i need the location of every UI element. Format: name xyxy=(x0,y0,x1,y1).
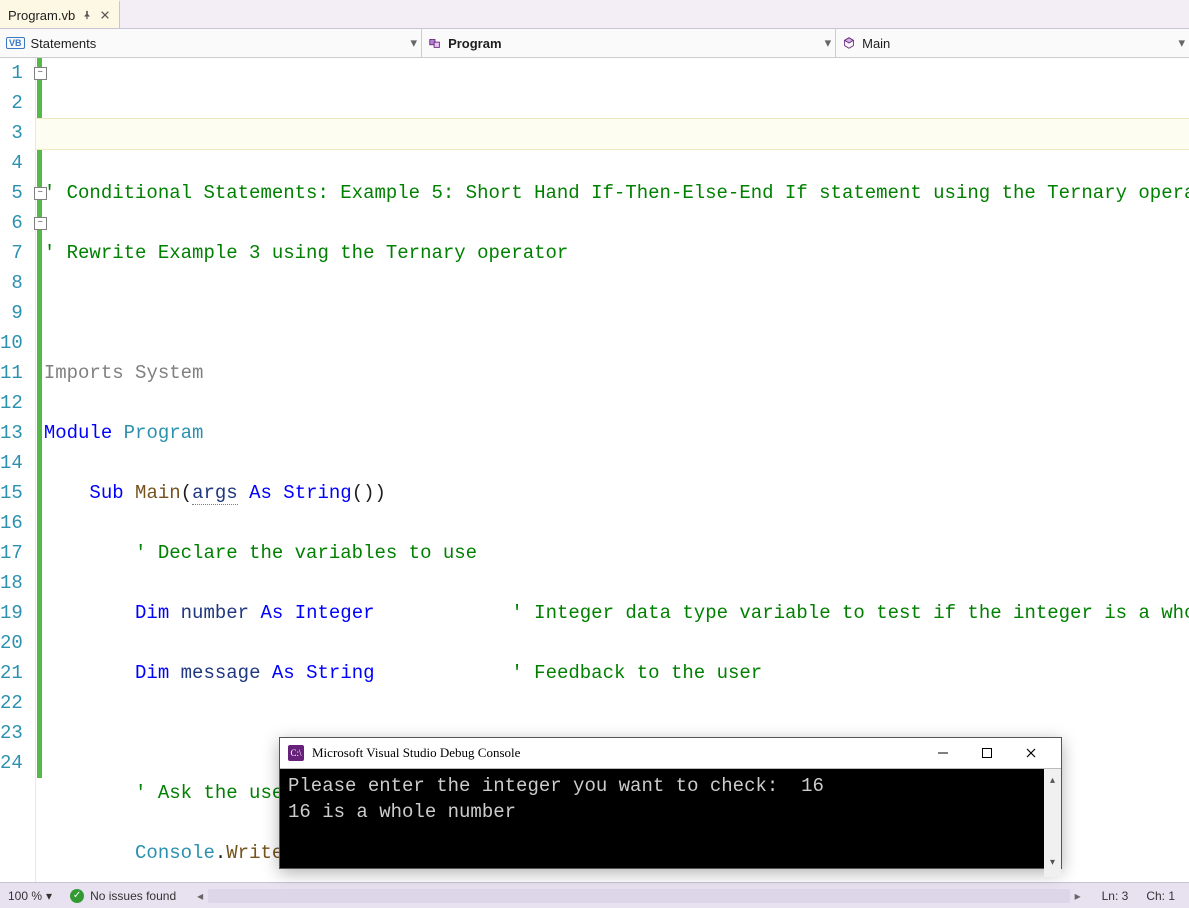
debug-console-window[interactable]: C:\ Microsoft Visual Studio Debug Consol… xyxy=(279,737,1062,869)
tok-type: String xyxy=(283,482,351,504)
console-line: Please enter the integer you want to che… xyxy=(288,775,824,797)
tok-method: Main xyxy=(135,482,181,504)
code-comment: ' Conditional Statements: Example 5: Sho… xyxy=(44,182,1189,204)
close-button[interactable] xyxy=(1009,738,1053,768)
chevron-down-icon: ▾ xyxy=(1178,35,1185,51)
tok-type: Program xyxy=(124,422,204,444)
console-title-bar[interactable]: C:\ Microsoft Visual Studio Debug Consol… xyxy=(280,738,1061,769)
tok-namespace: System xyxy=(135,362,203,384)
console-app-icon: C:\ xyxy=(288,745,304,761)
line-number-gutter: 123456 789101112 131415161718 1920212223… xyxy=(0,58,35,885)
nav-member-label: Main xyxy=(862,36,890,51)
navigation-bar: VB Statements ▾ Program ▾ Main ▾ xyxy=(0,29,1189,58)
chevron-down-icon: ▾ xyxy=(825,35,832,51)
document-tab-strip: Program.vb xyxy=(0,0,1189,29)
tok-method: Write xyxy=(226,842,283,864)
console-output[interactable]: Please enter the integer you want to che… xyxy=(280,769,1061,877)
tok-var: message xyxy=(181,662,261,684)
console-scrollbar[interactable]: ▴ ▾ xyxy=(1044,769,1061,877)
vb-badge-icon: VB xyxy=(6,37,25,49)
tab-filename: Program.vb xyxy=(8,8,75,23)
tok-paren: () xyxy=(352,482,375,504)
tok-keyword: As xyxy=(249,482,272,504)
nav-member-dropdown[interactable]: Main ▾ xyxy=(836,29,1189,57)
tok-type: Console xyxy=(135,842,215,864)
nav-class-dropdown[interactable]: Program ▾ xyxy=(422,29,836,57)
nav-class-label: Program xyxy=(448,36,501,51)
pin-icon[interactable] xyxy=(81,9,93,21)
method-icon xyxy=(842,36,856,50)
tab-program-vb[interactable]: Program.vb xyxy=(0,0,120,28)
current-line-highlight xyxy=(36,118,1189,150)
tok-type: String xyxy=(306,662,374,684)
console-title-text: Microsoft Visual Studio Debug Console xyxy=(312,745,520,761)
tok-param: args xyxy=(192,482,238,505)
tok-var: number xyxy=(181,602,249,624)
nav-scope-label: Statements xyxy=(31,36,97,51)
tok-keyword: Dim xyxy=(135,662,169,684)
code-comment: ' Integer data type variable to test if … xyxy=(511,602,1189,624)
code-comment: ' Rewrite Example 3 using the Ternary op… xyxy=(44,242,569,264)
tok-keyword: As xyxy=(260,602,283,624)
code-comment: ' Feedback to the user xyxy=(511,662,762,684)
chevron-down-icon: ▾ xyxy=(411,35,418,51)
close-icon[interactable] xyxy=(99,9,111,21)
zoom-label: 100 % xyxy=(8,889,42,903)
console-line: 16 is a whole number xyxy=(288,801,516,823)
maximize-button[interactable] xyxy=(965,738,1009,768)
scroll-up-icon[interactable]: ▴ xyxy=(1050,769,1055,795)
code-comment: ' Declare the variables to use xyxy=(135,542,477,564)
scroll-down-icon[interactable]: ▾ xyxy=(1050,851,1055,877)
tok-type: Integer xyxy=(295,602,375,624)
minimize-button[interactable] xyxy=(921,738,965,768)
class-icon xyxy=(428,36,442,50)
tok-keyword: Sub xyxy=(89,482,123,504)
tok-keyword: Imports xyxy=(44,362,124,384)
nav-scope-dropdown[interactable]: VB Statements ▾ xyxy=(0,29,422,57)
tok-keyword: As xyxy=(272,662,295,684)
tok-keyword: Dim xyxy=(135,602,169,624)
tok-keyword: Module xyxy=(44,422,112,444)
